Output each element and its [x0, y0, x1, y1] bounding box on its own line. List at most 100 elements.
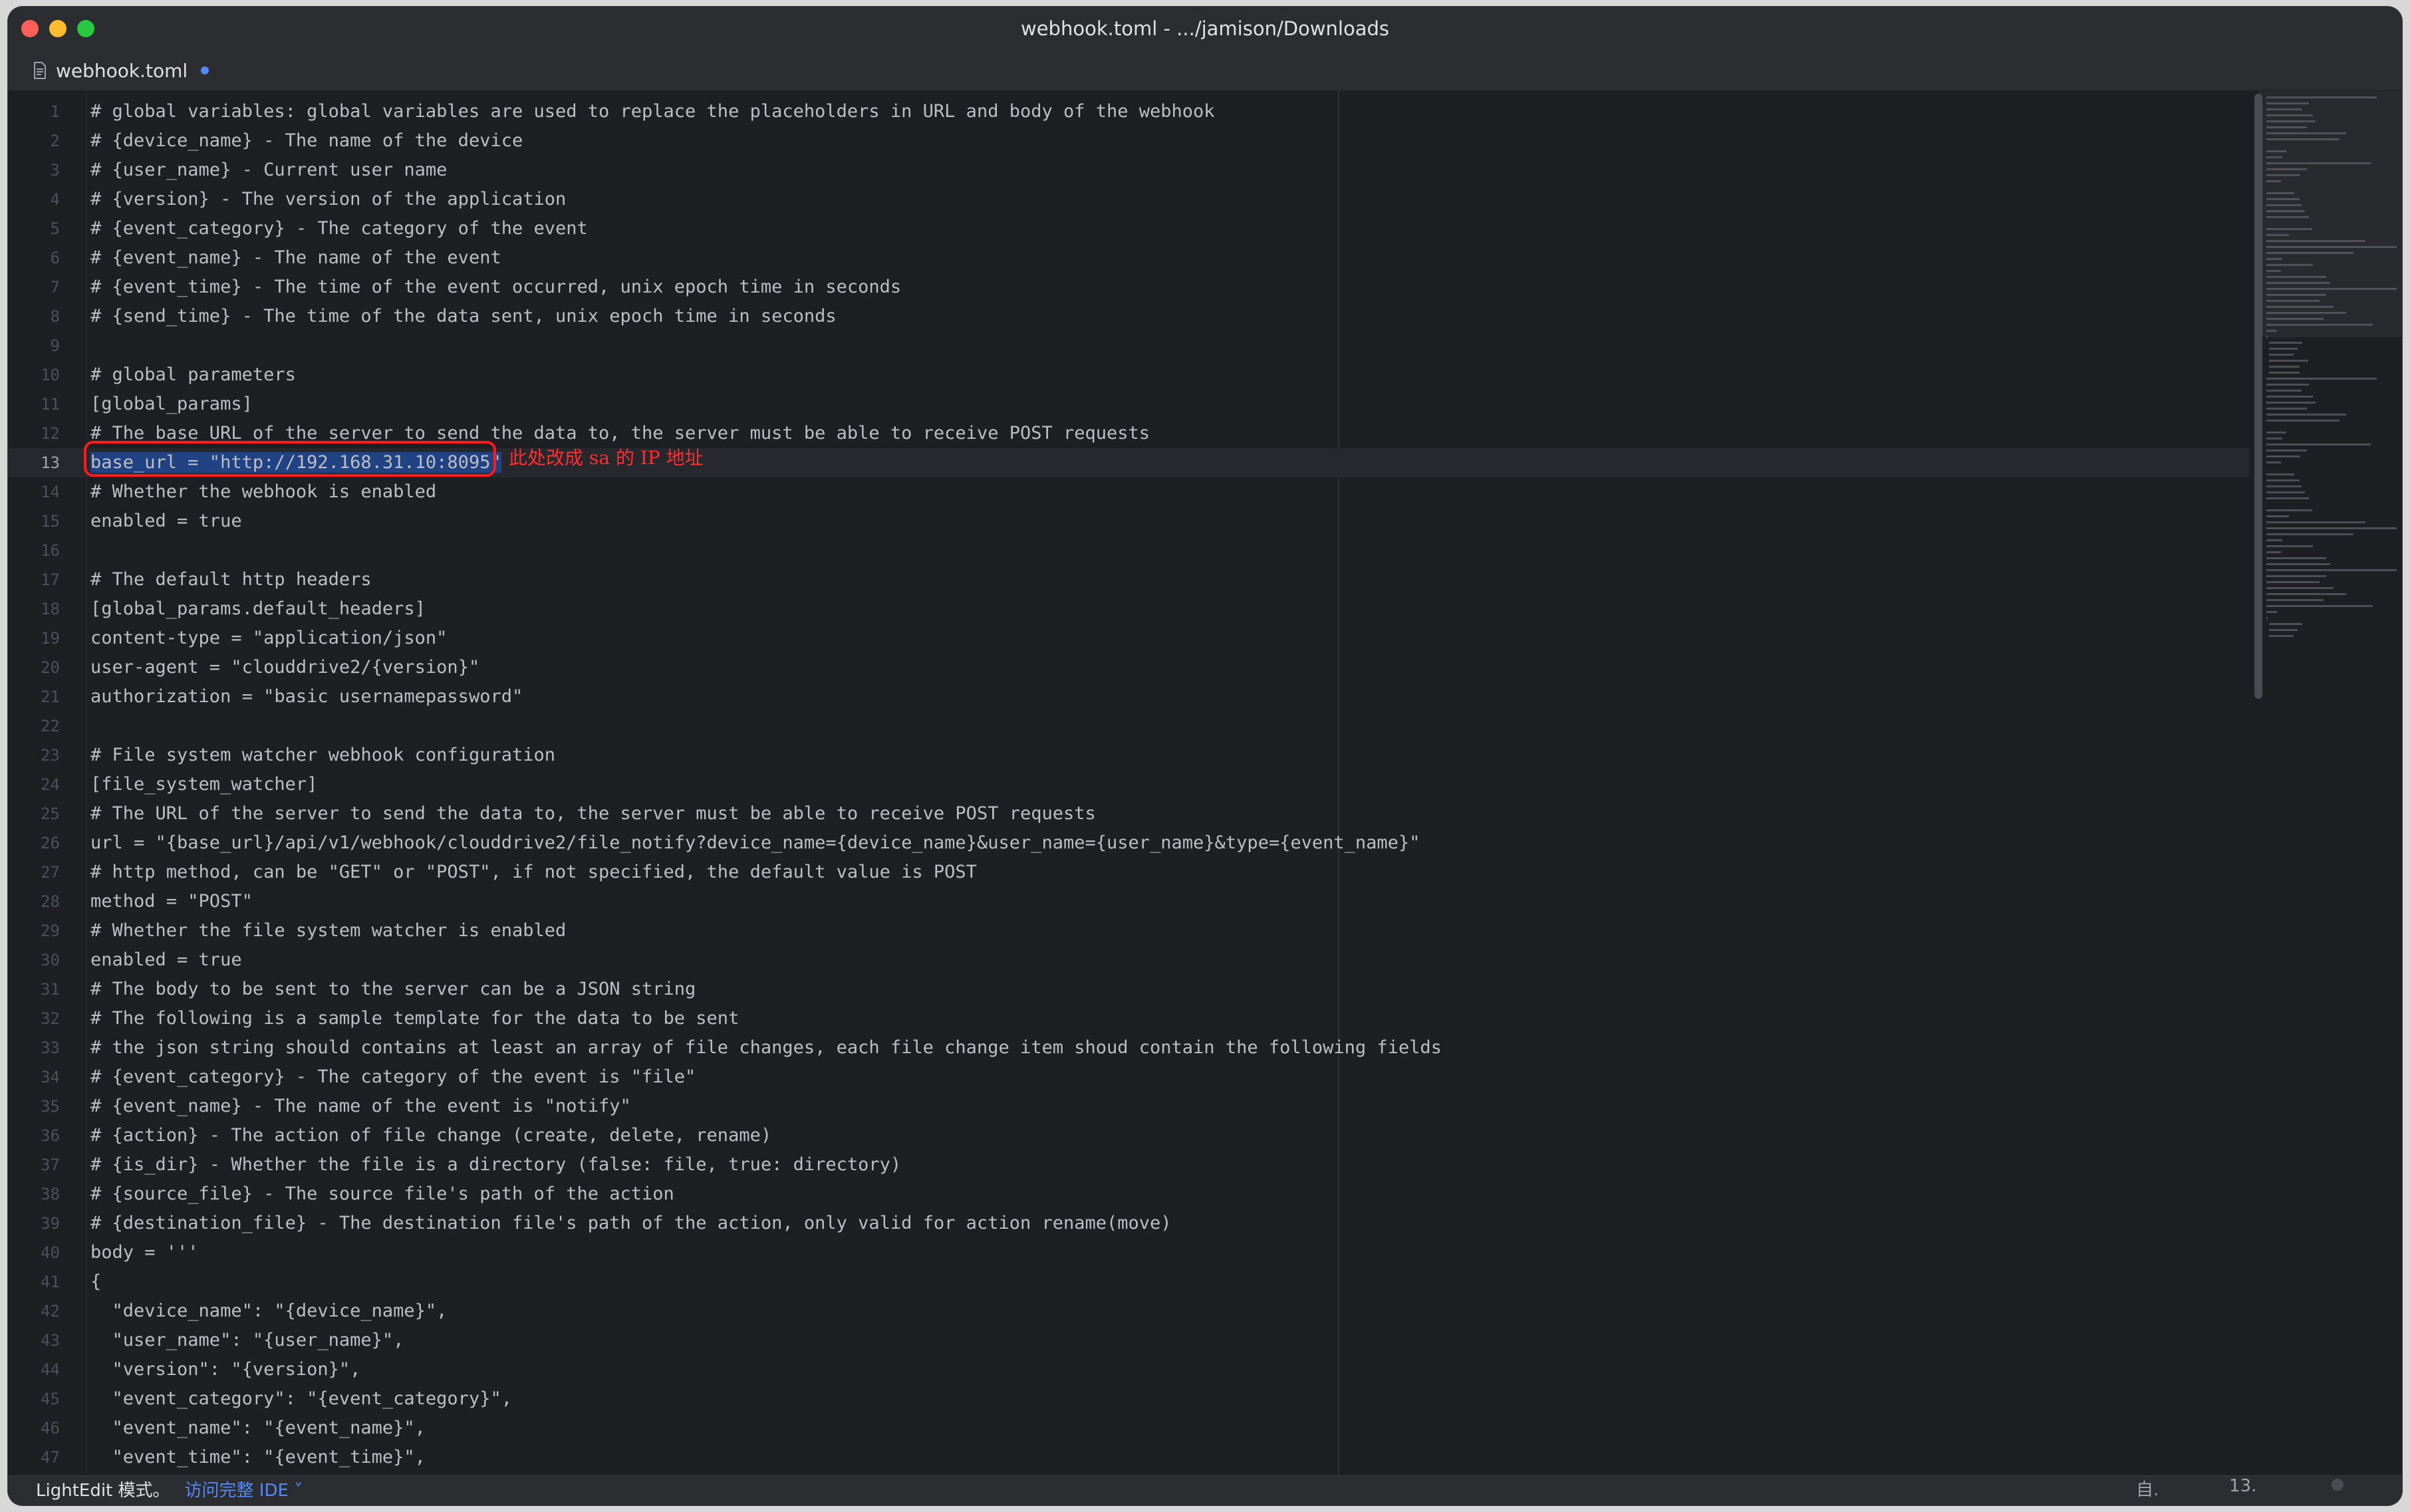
minimap-line — [2266, 599, 2324, 601]
code-line[interactable]: 35 # {event_name} - The name of the event… — [8, 1092, 2249, 1121]
code-line[interactable]: 8 # {send_time} - The time of the data se… — [8, 302, 2249, 331]
code-line[interactable]: 10 # global parameters — [8, 360, 2249, 390]
code-line[interactable]: 42 "device_name": "{device_name}", — [8, 1297, 2249, 1326]
line-number: 33 — [41, 1039, 60, 1057]
line-text: "device_name": "{device_name}", — [90, 1301, 448, 1321]
status-bar: LightEdit 模式。 访问完整 IDE ˅ 自. 13. — [8, 1475, 2402, 1505]
code-line[interactable]: 45 "event_category": "{event_category}", — [8, 1384, 2249, 1414]
minimap-line — [2266, 120, 2316, 122]
minimap-line — [2269, 629, 2298, 631]
line-number: 44 — [41, 1360, 60, 1379]
code-line[interactable]: 15 enabled = true — [8, 507, 2249, 536]
line-number: 43 — [41, 1331, 60, 1350]
code-line[interactable]: 43 "user_name": "{user_name}", — [8, 1326, 2249, 1355]
line-text: # The following is a sample template for… — [90, 1008, 739, 1029]
cursor-position-status[interactable]: 13. — [2229, 1476, 2256, 1496]
line-text: "event_name": "{event_name}", — [90, 1418, 426, 1438]
code-line[interactable]: 37 # {is_dir} - Whether the file is a dir… — [8, 1150, 2249, 1180]
code-line[interactable]: 9 — [8, 331, 2249, 360]
line-text: # The body to be sent to the server can … — [90, 979, 696, 999]
code-line[interactable]: 26 url = "{base_url}/api/v1/webhook/cloud… — [8, 828, 2249, 858]
line-text: # {event_time} - The time of the event o… — [90, 277, 902, 297]
code-line[interactable]: 4 # {version} - The version of the applic… — [8, 185, 2249, 214]
code-line[interactable]: 22 — [8, 711, 2249, 741]
lightedit-mode-label: LightEdit 模式。 — [36, 1481, 170, 1501]
vertical-scrollbar[interactable] — [2254, 94, 2262, 699]
code-line[interactable]: 38 # {source_file} - The source file's pa… — [8, 1180, 2249, 1209]
code-line[interactable]: 25 # The URL of the server to send the da… — [8, 799, 2249, 828]
tab-label: webhook.toml — [56, 59, 188, 82]
minimap-line — [2266, 378, 2377, 380]
code-line[interactable]: 34 # {event_category} - The category of t… — [8, 1063, 2249, 1092]
line-number: 42 — [41, 1302, 60, 1321]
code-line[interactable]: 24 [file_system_watcher] — [8, 770, 2249, 799]
code-line[interactable]: 36 # {action} - The action of file change… — [8, 1121, 2249, 1150]
code-line[interactable]: 7 # {event_time} - The time of the event … — [8, 273, 2249, 302]
minimap-line — [2266, 390, 2302, 392]
code-line[interactable]: 44 "version": "{version}", — [8, 1355, 2249, 1384]
line-number: 39 — [41, 1214, 60, 1233]
line-text: { — [90, 1271, 102, 1292]
line-text: # global parameters — [90, 364, 296, 385]
code-line[interactable]: 39 # {destination_file} - The destination… — [8, 1209, 2249, 1238]
minimap-line — [2266, 408, 2307, 410]
open-full-ide-link[interactable]: 访问完整 IDE ˅ — [185, 1476, 303, 1505]
line-number: 34 — [41, 1068, 60, 1086]
code-line[interactable]: 11 [global_params] — [8, 390, 2249, 419]
minimap[interactable] — [2254, 91, 2402, 1476]
code-line[interactable]: 28 method = "POST" — [8, 887, 2249, 916]
minimap-line — [2266, 605, 2373, 607]
code-line[interactable]: 47 "event_time": "{event_time}", — [8, 1443, 2249, 1472]
minimap-line — [2266, 192, 2294, 194]
code-line[interactable]: 18 [global_params.default_headers] — [8, 594, 2249, 624]
code-line[interactable]: 29 # Whether the file system watcher is e… — [8, 916, 2249, 945]
encoding-status[interactable]: 自. — [2136, 1476, 2159, 1501]
code-line[interactable]: 5 # {event_category} - The category of th… — [8, 214, 2249, 243]
minimap-line — [2266, 246, 2397, 248]
minimap-line — [2269, 360, 2309, 362]
status-left: LightEdit 模式。 访问完整 IDE ˅ — [36, 1476, 303, 1505]
code-line[interactable]: 19 content-type = "application/json" — [8, 624, 2249, 653]
line-number: 35 — [41, 1097, 60, 1116]
minimap-line — [2266, 438, 2282, 440]
code-line[interactable]: 6 # {event_name} - The name of the event — [8, 243, 2249, 273]
minimap-line — [2266, 569, 2397, 571]
code-line[interactable]: 16 — [8, 536, 2249, 565]
code-line[interactable]: 46 "event_name": "{event_name}", — [8, 1414, 2249, 1443]
minimap-line — [2266, 485, 2302, 487]
code-line[interactable]: 30 enabled = true — [8, 945, 2249, 975]
line-text: "event_category": "{event_category}", — [90, 1388, 512, 1409]
line-number: 26 — [41, 834, 60, 852]
title-bar: webhook.toml - .../jamison/Downloads — [8, 7, 2402, 51]
annotation-text: 此处改成 sa 的 IP 地址 — [509, 447, 704, 469]
code-line[interactable]: 32 # The following is a sample template f… — [8, 1004, 2249, 1033]
code-editor[interactable]: 1 # global variables: global variables ar… — [8, 91, 2402, 1476]
code-line[interactable]: 14 # Whether the webhook is enabled — [8, 477, 2249, 507]
minimap-line — [2266, 545, 2314, 547]
minimap-line — [2266, 312, 2346, 314]
code-line[interactable]: 2 # {device_name} - The name of the devic… — [8, 126, 2249, 156]
notifications-icon[interactable] — [2329, 1476, 2346, 1498]
code-line[interactable]: 17 # The default http headers — [8, 565, 2249, 594]
minimap-line — [2266, 563, 2330, 565]
line-text: enabled = true — [90, 949, 242, 970]
code-line[interactable]: 41 { — [8, 1267, 2249, 1297]
code-line[interactable]: 40 body = ''' — [8, 1238, 2249, 1267]
code-line[interactable]: 23 # File system watcher webhook configur… — [8, 741, 2249, 770]
minimap-line — [2266, 168, 2307, 170]
line-text: # The default http headers — [90, 569, 372, 590]
line-text: # Whether the webhook is enabled — [90, 481, 437, 502]
line-number: 24 — [41, 775, 60, 794]
code-line[interactable]: 3 # {user_name} - Current user name — [8, 156, 2249, 185]
line-text: "event_time": "{event_time}", — [90, 1447, 426, 1467]
code-line[interactable]: 27 # http method, can be "GET" or "POST",… — [8, 858, 2249, 887]
minimap-line — [2266, 108, 2302, 110]
code-line[interactable]: 20 user-agent = "clouddrive2/{version}" — [8, 653, 2249, 682]
tab-webhook-toml[interactable]: webhook.toml — [20, 51, 223, 90]
code-line[interactable]: 33 # the json string should contains at l… — [8, 1033, 2249, 1063]
code-line[interactable]: 1 # global variables: global variables ar… — [8, 97, 2249, 126]
line-number: 4 — [50, 190, 60, 209]
code-line[interactable]: 31 # The body to be sent to the server ca… — [8, 975, 2249, 1004]
code-line[interactable]: 21 authorization = "basic usernamepasswor… — [8, 682, 2249, 711]
minimap-line — [2266, 96, 2377, 98]
